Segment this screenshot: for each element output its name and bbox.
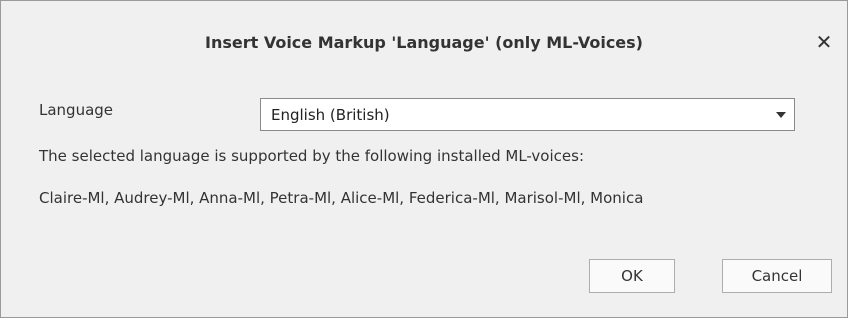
info-text: The selected language is supported by th… xyxy=(39,147,584,165)
language-dropdown-value: English (British) xyxy=(271,106,390,124)
voices-list-text: Claire-Ml, Audrey-Ml, Anna-Ml, Petra-Ml,… xyxy=(39,189,644,207)
ok-button[interactable]: OK xyxy=(589,259,675,293)
cancel-button[interactable]: Cancel xyxy=(722,259,832,293)
title-bar: Insert Voice Markup 'Language' (only ML-… xyxy=(1,1,847,59)
language-label: Language xyxy=(39,101,114,119)
chevron-down-icon[interactable] xyxy=(776,112,786,118)
close-icon[interactable]: ✕ xyxy=(811,29,837,55)
dialog-title: Insert Voice Markup 'Language' (only ML-… xyxy=(204,33,643,52)
dialog: Insert Voice Markup 'Language' (only ML-… xyxy=(0,0,848,318)
language-dropdown[interactable]: English (British) xyxy=(260,98,795,131)
